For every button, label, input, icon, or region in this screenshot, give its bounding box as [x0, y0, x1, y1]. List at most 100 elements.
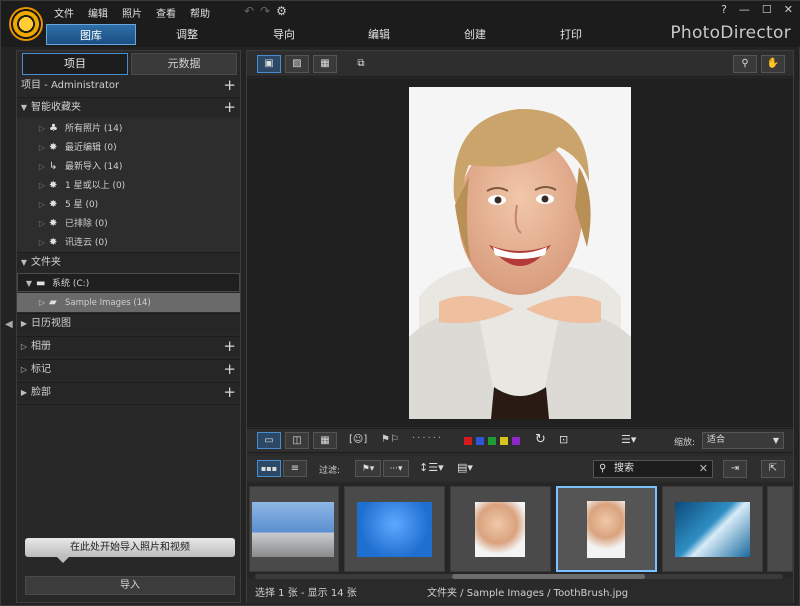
- crop-icon[interactable]: ⊡: [559, 433, 568, 446]
- color-label-blue[interactable]: [476, 437, 484, 445]
- search-text: 搜索: [614, 463, 634, 474]
- help-button[interactable]: ?: [721, 3, 727, 16]
- tab-create[interactable]: 创建: [430, 24, 520, 45]
- tab-library[interactable]: 图库: [46, 24, 136, 45]
- collapsed-arrow-icon: ▷: [38, 219, 46, 228]
- albums-header[interactable]: ▷ 相册 +: [17, 336, 240, 356]
- collapse-panel-icon[interactable]: ◀: [5, 319, 13, 330]
- list-item[interactable]: ▷ ✸ 5 星 (0): [17, 195, 240, 214]
- color-label-green[interactable]: [488, 437, 496, 445]
- minimize-button[interactable]: —: [739, 3, 750, 16]
- single-layout-icon[interactable]: ▭: [257, 432, 281, 449]
- menu-photo[interactable]: 照片: [122, 5, 142, 20]
- faces-header[interactable]: ▶ 脸部 +: [17, 382, 240, 402]
- expanded-arrow-icon: ▼: [25, 279, 33, 288]
- zoom-tool-icon[interactable]: ⚲: [733, 55, 757, 73]
- tab-guided[interactable]: 导向: [239, 24, 329, 45]
- tags-header[interactable]: ▷ 标记 +: [17, 359, 240, 379]
- tab-adjust[interactable]: 调整: [142, 24, 232, 45]
- rating-filter-icon[interactable]: ···▾: [383, 460, 409, 477]
- export-icon[interactable]: ⇥: [723, 460, 747, 478]
- zoom-select[interactable]: 适合 ▼: [702, 432, 784, 449]
- compare-view-icon[interactable]: ⧉: [349, 55, 373, 73]
- add-tag-icon[interactable]: +: [223, 360, 236, 379]
- list-item-label: 最新导入 (14): [65, 162, 123, 172]
- settings-gear-icon[interactable]: ⚙: [276, 4, 287, 18]
- zoom-label: 缩放:: [674, 438, 696, 448]
- sort-menu-icon[interactable]: ☰▾: [621, 433, 636, 446]
- list-item[interactable]: ▷ ✸ 已排除 (0): [17, 214, 240, 233]
- folder-item-sample-images[interactable]: ▷ ▰ Sample Images (14): [17, 293, 240, 312]
- maximize-button[interactable]: ☐: [762, 3, 772, 16]
- rating-dots-icon[interactable]: ······: [412, 433, 443, 444]
- list-item[interactable]: ▷ ✸ 1 星或以上 (0): [17, 176, 240, 195]
- redo-icon[interactable]: ↷: [260, 4, 270, 18]
- albums-label: 相册: [31, 341, 51, 352]
- list-item[interactable]: ▷ ↳ 最新导入 (14): [17, 157, 240, 176]
- list-item[interactable]: ▷ ♣ 所有照片 (14): [17, 119, 240, 138]
- smart-collections-label: 智能收藏夹: [31, 102, 81, 113]
- tags-label: 标记: [31, 364, 51, 375]
- thumbnail-selected[interactable]: [556, 486, 657, 572]
- search-input[interactable]: ⚲ 搜索 ✕: [593, 460, 713, 478]
- compare-layout-icon[interactable]: ◫: [285, 432, 309, 449]
- undo-icon[interactable]: ↶: [244, 4, 254, 18]
- flag-icon[interactable]: ⚑⚐: [381, 434, 399, 445]
- folders-header[interactable]: ▼ 文件夹: [17, 252, 240, 272]
- app-window: 文件 编辑 照片 查看 帮助 ↶ ↷ ⚙ ? — ☐ ✕ 图库 调整 导向 编辑…: [0, 0, 800, 606]
- smart-collections-header[interactable]: ▼ 智能收藏夹 +: [17, 97, 240, 117]
- add-smart-collection-icon[interactable]: +: [223, 98, 236, 117]
- color-label-red[interactable]: [464, 437, 472, 445]
- share-icon[interactable]: ⇱: [761, 460, 785, 478]
- grid-layout-icon[interactable]: ▦: [313, 432, 337, 449]
- calendar-view-header[interactable]: ▶ 日历视图: [17, 313, 240, 333]
- list-item-label: 1 星或以上 (0): [65, 181, 126, 191]
- filmstrip: [247, 483, 793, 579]
- sparkle-icon: ✸: [49, 199, 58, 210]
- pan-hand-icon[interactable]: ✋: [761, 55, 785, 73]
- stack-icon[interactable]: ▤▾: [457, 461, 473, 474]
- import-button[interactable]: 导入: [25, 576, 235, 595]
- collapsed-arrow-icon: ▷: [20, 365, 28, 374]
- tree-icon: ♣: [49, 123, 58, 134]
- photo-canvas: [247, 78, 793, 427]
- grid-view-icon[interactable]: ▦: [313, 55, 337, 73]
- list-item[interactable]: ▷ ✸ 讯连云 (0): [17, 233, 240, 252]
- thumbnail-image: [475, 502, 525, 557]
- tab-print[interactable]: 打印: [526, 24, 616, 45]
- clear-search-icon[interactable]: ✕: [699, 461, 708, 477]
- menu-help[interactable]: 帮助: [190, 5, 210, 20]
- sort-order-icon[interactable]: ↕☰▾: [419, 461, 444, 474]
- thumbnail[interactable]: [344, 486, 445, 572]
- zoom-value: 适合: [707, 435, 726, 445]
- drive-item[interactable]: ▼ ▬ 系统 (C:): [17, 273, 240, 292]
- face-tag-icon[interactable]: [☺]: [349, 434, 367, 445]
- list-item[interactable]: ▷ ✸ 最近编辑 (0): [17, 138, 240, 157]
- tab-project[interactable]: 项目: [22, 53, 128, 75]
- color-label-yellow[interactable]: [500, 437, 508, 445]
- thumbnail[interactable]: [450, 486, 551, 572]
- menu-view[interactable]: 查看: [156, 5, 176, 20]
- photo-view-icon[interactable]: ▨: [285, 55, 309, 73]
- close-button[interactable]: ✕: [784, 3, 793, 16]
- color-label-purple[interactable]: [512, 437, 520, 445]
- tab-metadata[interactable]: 元数据: [131, 53, 237, 75]
- list-view-icon[interactable]: ≡: [283, 460, 307, 477]
- scrollbar-thumb[interactable]: [452, 574, 645, 579]
- list-item-label: 5 星 (0): [65, 200, 99, 210]
- tab-edit[interactable]: 编辑: [334, 24, 424, 45]
- thumbnail[interactable]: [767, 486, 793, 572]
- thumbnail[interactable]: [249, 486, 339, 572]
- add-album-icon[interactable]: +: [223, 337, 236, 356]
- add-project-icon[interactable]: +: [223, 76, 236, 95]
- single-view-icon[interactable]: ▣: [257, 55, 281, 73]
- flag-filter-icon[interactable]: ⚑▾: [355, 460, 381, 477]
- menu-edit[interactable]: 编辑: [88, 5, 108, 20]
- filmstrip-scrollbar[interactable]: [255, 574, 783, 579]
- menu-file[interactable]: 文件: [54, 5, 74, 20]
- add-face-icon[interactable]: +: [223, 383, 236, 402]
- filmstrip-view-icon[interactable]: ▪▪▪: [257, 460, 281, 477]
- import-tooltip: 在此处开始导入照片和视频: [25, 538, 235, 563]
- thumbnail[interactable]: [662, 486, 763, 572]
- rotate-icon[interactable]: ↻: [535, 432, 546, 447]
